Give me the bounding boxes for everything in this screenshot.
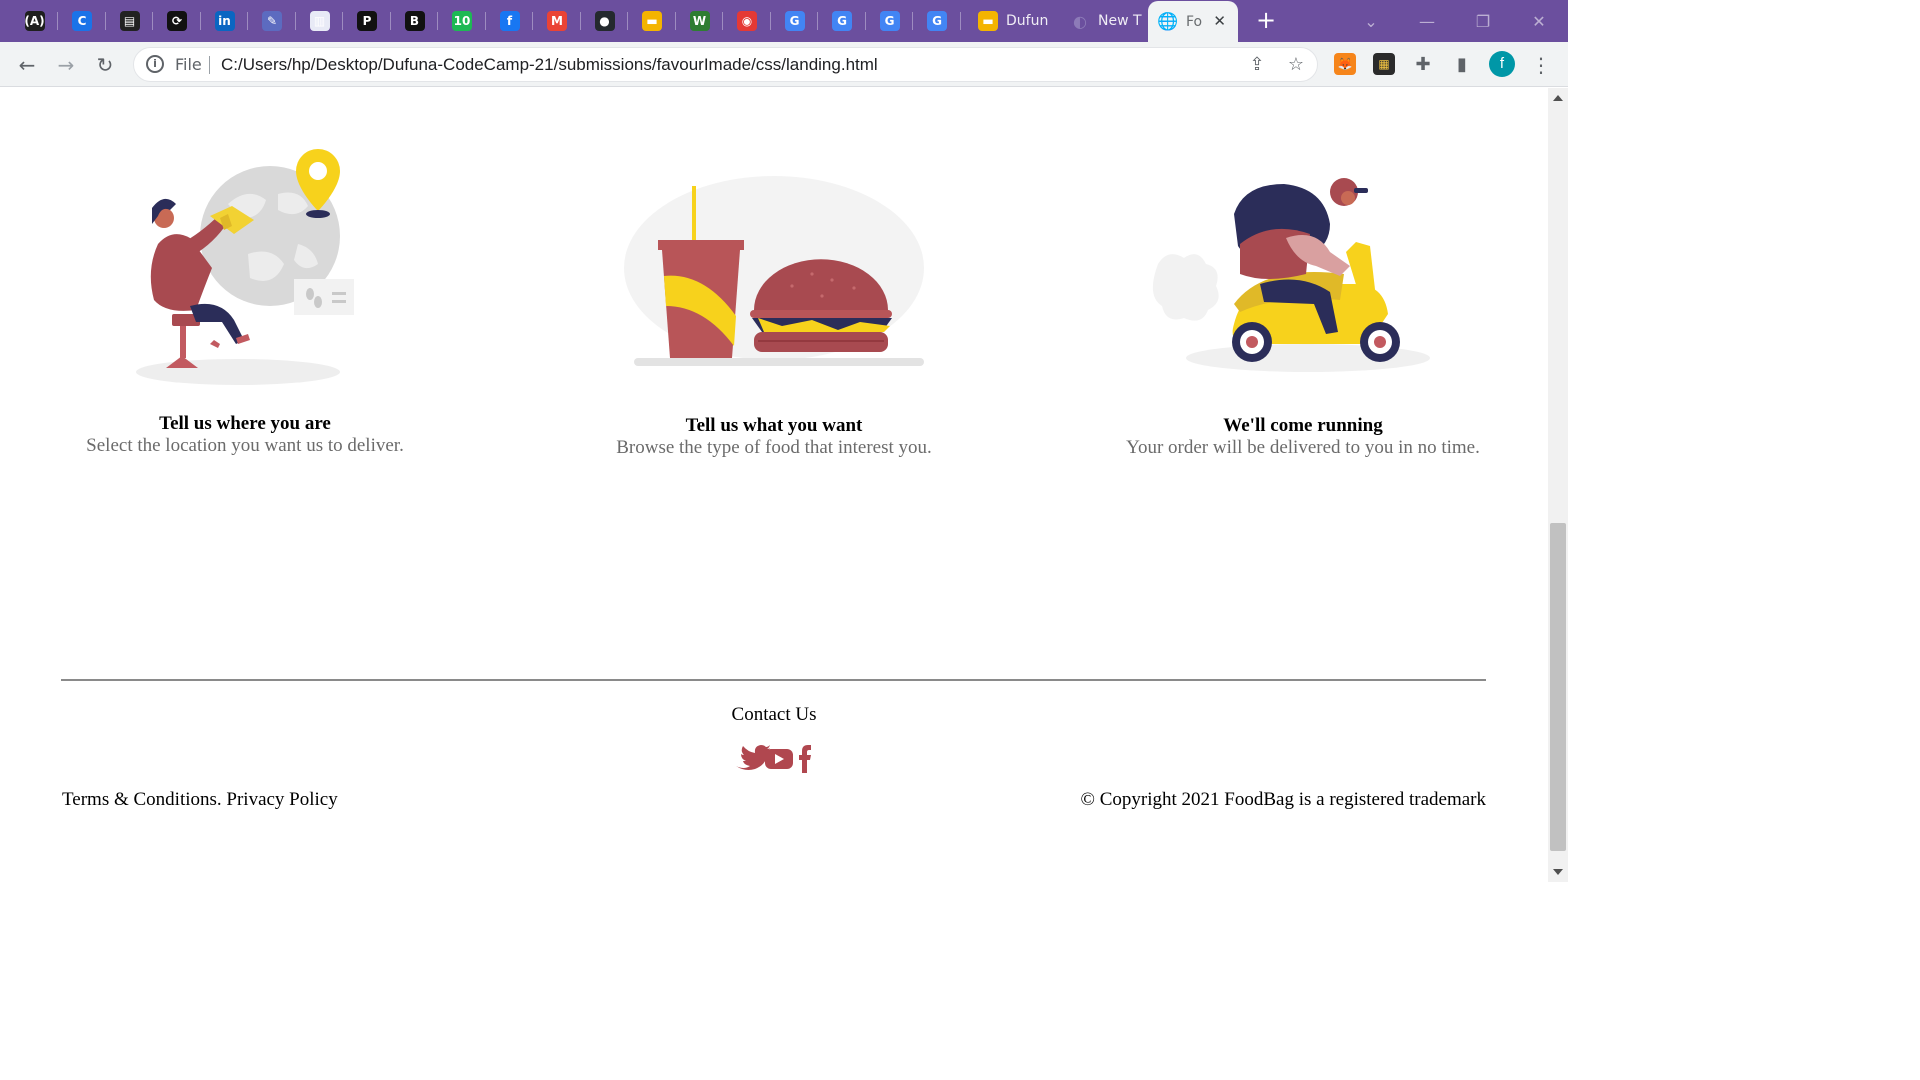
close-icon[interactable]: ✕: [1213, 12, 1226, 30]
step-description: Browse the type of food that interest yo…: [616, 437, 932, 458]
book-icon: ▤: [119, 11, 140, 31]
forward-button[interactable]: →: [52, 51, 80, 79]
pinned-tab[interactable]: ⟳: [154, 0, 201, 42]
pinned-tab[interactable]: ✎: [249, 0, 296, 42]
url-text[interactable]: C:/Users/hp/Desktop/Dufuna-CodeCamp-21/s…: [221, 55, 878, 75]
c-icon: C: [72, 11, 92, 31]
step-title: We'll come running: [1223, 415, 1383, 436]
counter-icon: 10: [452, 11, 472, 31]
pinned-tab[interactable]: ▥: [296, 0, 343, 42]
pinned-tab[interactable]: f: [486, 0, 533, 42]
slides-icon: ▬: [642, 11, 662, 31]
linkedin-icon: in: [214, 11, 235, 31]
pinned-tab[interactable]: G: [819, 0, 866, 42]
facebook-icon[interactable]: [799, 745, 811, 773]
tab-active[interactable]: 🌐 Fo ✕: [1148, 1, 1238, 42]
google-icon: G: [832, 11, 852, 31]
pinned-tab[interactable]: G: [771, 0, 818, 42]
copyright-text: © Copyright 2021 FoodBag is a registered…: [1080, 789, 1486, 810]
link-icon: ⟳: [167, 11, 187, 31]
pinned-tab[interactable]: ▤: [106, 0, 153, 42]
new-tab-icon: ◐: [1073, 11, 1087, 31]
youtube-icon[interactable]: [765, 749, 793, 769]
terms-privacy-links[interactable]: Terms & Conditions. Privacy Policy: [62, 789, 338, 811]
minimize-button[interactable]: —: [1399, 0, 1455, 42]
pinned-tab[interactable]: B: [391, 0, 438, 42]
pinned-tab[interactable]: ▬: [629, 0, 676, 42]
p-icon: P: [357, 11, 377, 31]
tab-title: Fo: [1186, 13, 1203, 30]
tab-title: Dufun: [1006, 13, 1049, 29]
google-icon: G: [927, 11, 947, 31]
pen-icon: ✎: [262, 11, 282, 31]
tab-search-icon[interactable]: ⌄: [1343, 0, 1399, 42]
step-description: Select the location you want us to deliv…: [86, 435, 404, 456]
extension-icon[interactable]: ▦: [1373, 53, 1395, 75]
vertical-scrollbar[interactable]: [1548, 88, 1568, 882]
pinned-tab[interactable]: C: [59, 0, 106, 42]
facebook-icon: f: [499, 11, 520, 31]
restore-button[interactable]: ❐: [1455, 0, 1511, 42]
profile-avatar[interactable]: f: [1489, 51, 1515, 77]
side-panel-icon[interactable]: ▮: [1451, 53, 1473, 75]
github-icon: ●: [594, 11, 615, 31]
step-title: Tell us where you are: [159, 413, 331, 434]
divider: [209, 56, 210, 74]
pinned-tab[interactable]: P: [344, 0, 391, 42]
step-title: Tell us what you want: [685, 415, 863, 436]
tab-new-tab[interactable]: ◐ New T: [1060, 0, 1145, 42]
social-links: [736, 745, 811, 773]
puzzle-icon[interactable]: ✚: [1412, 53, 1434, 75]
footer-divider: [61, 679, 1486, 681]
pinned-tab[interactable]: ●: [581, 0, 628, 42]
pinned-tab[interactable]: G: [866, 0, 913, 42]
pinned-tab[interactable]: M: [534, 0, 581, 42]
back-button[interactable]: ←: [13, 51, 41, 79]
delivery-illustration: [1152, 178, 1430, 372]
close-window-button[interactable]: ✕: [1511, 0, 1567, 42]
page-content: Tell us where you are Select the locatio…: [0, 88, 1548, 882]
google-icon: G: [784, 11, 805, 31]
tab-separator: [959, 12, 961, 30]
info-icon[interactable]: i: [146, 55, 164, 73]
pinned-tab[interactable]: (A): [11, 0, 58, 42]
menu-icon[interactable]: ⋮: [1527, 51, 1555, 79]
contact-us-heading: Contact Us: [731, 704, 817, 725]
gmail-icon: M: [547, 11, 567, 31]
scroll-up-arrow[interactable]: [1553, 95, 1563, 101]
toolbar: ← → ↻ i File C:/Users/hp/Desktop/Dufuna-…: [0, 42, 1568, 87]
twitter-icon[interactable]: [736, 745, 770, 770]
share-icon[interactable]: ⇪: [1246, 54, 1268, 76]
address-bar[interactable]: i File C:/Users/hp/Desktop/Dufuna-CodeCa…: [133, 47, 1318, 82]
pinned-tab[interactable]: in: [201, 0, 248, 42]
globe-icon: 🌐: [1157, 11, 1179, 32]
google-icon: G: [879, 11, 900, 31]
reload-button[interactable]: ↻: [91, 51, 119, 79]
pinned-tab[interactable]: W: [676, 0, 723, 42]
new-tab-button[interactable]: +: [1252, 7, 1280, 35]
pinned-tab[interactable]: 10: [439, 0, 486, 42]
a-bracket-icon: (A): [24, 11, 45, 31]
tab-dufuna[interactable]: ▬ Dufun: [968, 0, 1058, 42]
tab-title: New T: [1098, 13, 1142, 29]
step-description: Your order will be delivered to you in n…: [1126, 437, 1480, 458]
w-icon: W: [689, 11, 710, 31]
slides-icon: ▬: [978, 11, 998, 31]
doc-icon: ▥: [309, 11, 330, 31]
scheme-label: File: [175, 55, 202, 74]
scroll-down-arrow[interactable]: [1553, 869, 1563, 875]
record-icon: ◉: [737, 11, 757, 31]
location-illustration: [136, 149, 354, 385]
scroll-thumb[interactable]: [1550, 523, 1566, 851]
pinned-tab[interactable]: G: [914, 0, 961, 42]
metamask-icon[interactable]: 🦊: [1334, 53, 1356, 75]
tab-strip: (A) C ▤ ⟳ in ✎ ▥ P B 10 f M ● ▬ W ◉ G G G G ▬ Dufun ◐ New T…: [0, 0, 1568, 42]
star-icon[interactable]: ☆: [1285, 54, 1307, 76]
b-icon: B: [404, 11, 425, 31]
food-illustration: [624, 176, 924, 366]
pinned-tab[interactable]: ◉: [724, 0, 771, 42]
